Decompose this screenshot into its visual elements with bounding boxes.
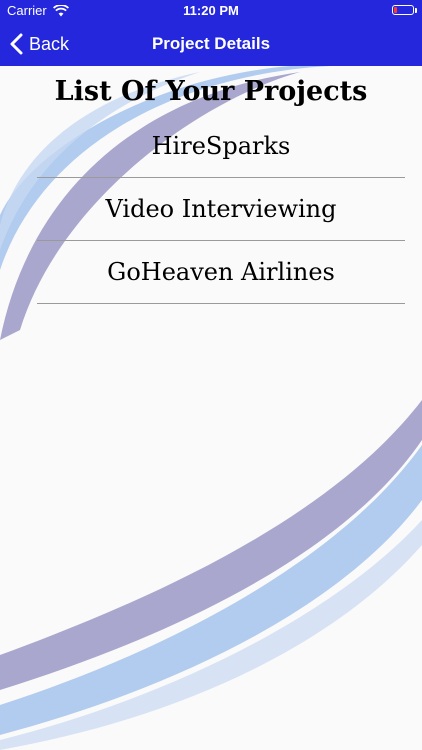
main-content: List Of Your Projects HireSparks Video I… <box>0 66 422 304</box>
project-item-video-interviewing[interactable]: Video Interviewing <box>37 178 405 241</box>
status-bar: Carrier 11:20 PM <box>0 0 422 22</box>
nav-title: Project Details <box>151 34 271 53</box>
project-item-goheaven-airlines[interactable]: GoHeaven Airlines <box>37 241 405 304</box>
page-title: List Of Your Projects <box>54 76 368 107</box>
battery-icon <box>392 5 417 15</box>
project-item-hiresparks[interactable]: HireSparks <box>37 115 405 178</box>
project-list: HireSparks Video Interviewing GoHeaven A… <box>37 115 405 304</box>
status-time: 11:20 PM <box>183 3 239 18</box>
navigation-bar: Back Project Details <box>0 22 422 66</box>
